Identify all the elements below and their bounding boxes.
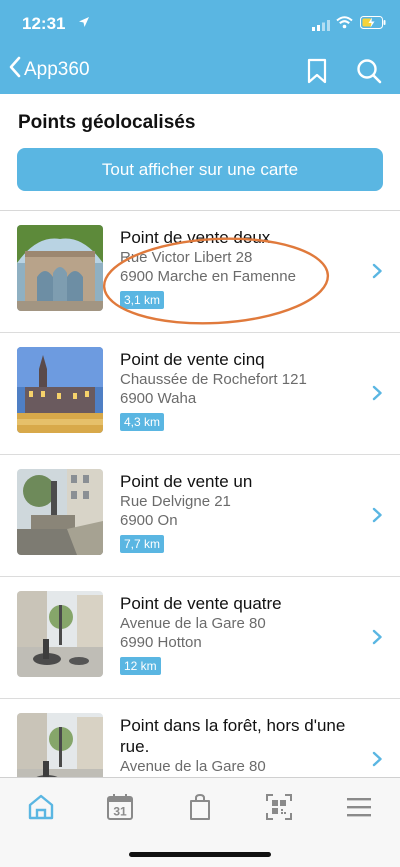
back-label: App360 — [24, 58, 90, 80]
page-title: Points géolocalisés — [18, 112, 196, 133]
menu-icon[interactable] — [344, 792, 374, 822]
item-name: Point de vente quatre — [120, 594, 282, 613]
place-thumbnail — [17, 469, 103, 555]
battery-charging-icon — [360, 16, 386, 34]
qr-code-icon[interactable] — [264, 792, 294, 822]
chevron-right-icon — [372, 629, 383, 650]
bookmark-icon[interactable] — [306, 58, 328, 89]
item-city: 6990 Hotton — [120, 634, 202, 651]
item-name: Point de vente un — [120, 472, 253, 491]
status-bar: 12:31 — [0, 0, 400, 46]
home-indicator — [129, 852, 271, 857]
item-street: Rue Delvigne 21 — [120, 493, 231, 510]
place-thumbnail — [17, 591, 103, 677]
status-time: 12:31 — [22, 14, 66, 33]
item-city: 6900 On — [120, 512, 178, 529]
chevron-right-icon — [372, 385, 383, 406]
chevron-right-icon — [372, 263, 383, 284]
item-name: Point de vente deux — [120, 228, 271, 247]
item-city: 6900 Marche en Famenne — [120, 268, 296, 285]
item-street: Rue Victor Libert 28 — [120, 249, 253, 266]
location-arrow-icon — [78, 15, 90, 33]
item-name: Point dans la forêt, hors d'une rue. — [120, 716, 346, 756]
item-city: 6900 Waha — [120, 390, 197, 407]
item-name: Point de vente cinq — [120, 350, 265, 369]
chevron-right-icon — [372, 507, 383, 528]
place-thumbnail — [17, 347, 103, 433]
chevron-right-icon — [372, 751, 383, 772]
place-thumbnail — [17, 713, 103, 777]
back-button[interactable]: App360 — [8, 56, 90, 83]
item-street: Avenue de la Gare 80 — [120, 758, 266, 775]
list-item[interactable]: Point de vente quatre Avenue de la Gare … — [0, 577, 400, 699]
list-item[interactable]: Point de vente un Rue Delvigne 21 6900 O… — [0, 455, 400, 577]
distance-badge: 7,7 km — [120, 535, 165, 553]
distance-badge: 4,3 km — [120, 413, 165, 431]
show-all-on-map-button[interactable]: Tout afficher sur une carte — [17, 148, 383, 191]
signal-icon — [312, 18, 330, 36]
distance-badge: 3,1 km — [120, 291, 165, 309]
list-item[interactable]: Point de vente deux Rue Victor Libert 28… — [0, 211, 400, 333]
navigation-bar: App360 — [0, 46, 400, 94]
calendar-icon[interactable]: 31 — [105, 792, 135, 822]
item-street: Chaussée de Rochefort 121 — [120, 371, 307, 388]
list-item[interactable]: Point dans la forêt, hors d'une rue. Ave… — [0, 699, 400, 777]
list-item[interactable]: Point de vente cinq Chaussée de Rochefor… — [0, 333, 400, 455]
place-thumbnail — [17, 225, 103, 311]
item-street: Avenue de la Gare 80 — [120, 615, 266, 632]
distance-badge: 12 km — [120, 657, 161, 675]
shopping-bag-icon[interactable] — [185, 792, 215, 822]
wifi-icon — [336, 16, 353, 34]
home-icon[interactable] — [26, 792, 56, 822]
points-list: Point de vente deux Rue Victor Libert 28… — [0, 211, 400, 777]
search-icon[interactable] — [356, 58, 382, 89]
calendar-day: 31 — [113, 805, 127, 819]
top-bar: 12:31 App360 — [0, 0, 400, 94]
chevron-left-icon — [8, 56, 22, 83]
